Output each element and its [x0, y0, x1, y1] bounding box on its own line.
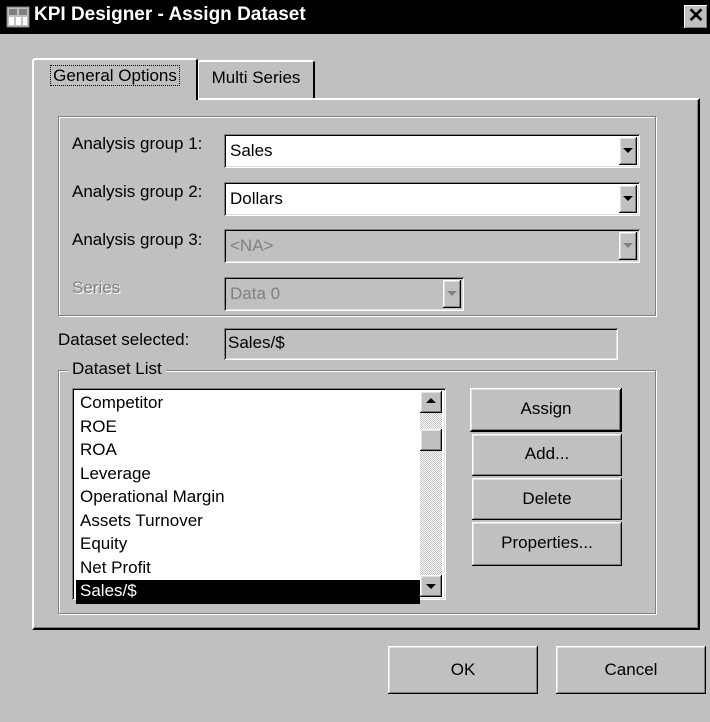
list-item[interactable]: ROE [76, 416, 420, 440]
list-item[interactable]: Assets Turnover [76, 510, 420, 534]
series-label: Series [72, 278, 121, 297]
analysis-group-2-dropdown-button[interactable] [619, 185, 637, 213]
tab-general-options[interactable]: General Options [32, 58, 198, 100]
analysis-group-3-dropdown[interactable]: <NA> [224, 229, 640, 263]
list-item[interactable]: Net Profit [76, 557, 420, 581]
analysis-group-1-value: Sales [230, 141, 273, 160]
assign-button-label: Assign [520, 399, 572, 418]
analysis-group-1-dropdown[interactable]: Sales [224, 134, 640, 168]
arrow-up-icon [426, 398, 436, 403]
series-dropdown-button[interactable] [443, 280, 461, 308]
tab-general-options-label: General Options [50, 65, 180, 86]
dataset-list-legend: Dataset List [68, 359, 166, 379]
analysis-group-3-dropdown-button[interactable] [619, 232, 637, 260]
assign-button[interactable]: Assign [470, 388, 622, 432]
dataset-selected-label: Dataset selected: [58, 330, 190, 349]
dialog-window: KPI Designer - Assign Dataset ✕ General … [0, 0, 710, 722]
chevron-down-icon [623, 243, 633, 248]
window-border [0, 34, 4, 722]
add-button-label: Add... [524, 444, 570, 463]
analysis-group-1-label: Analysis group 1: [72, 134, 203, 153]
list-item-selected[interactable]: Sales/$ [76, 580, 420, 604]
close-icon: ✕ [687, 5, 705, 27]
chevron-down-icon [623, 148, 633, 153]
analysis-group-1-dropdown-button[interactable] [619, 137, 637, 165]
properties-button-label: Properties... [501, 533, 593, 552]
list-item[interactable]: Competitor [76, 392, 420, 416]
analysis-group-3-value: <NA> [230, 236, 274, 255]
list-item[interactable]: Leverage [76, 463, 420, 487]
scroll-thumb[interactable] [420, 429, 442, 451]
analysis-group-2-dropdown[interactable]: Dollars [224, 182, 640, 216]
tab-multi-series[interactable]: Multi Series [197, 60, 315, 98]
series-dropdown[interactable]: Data 0 [224, 277, 464, 311]
scroll-up-button[interactable] [420, 391, 442, 413]
dataset-list-items: Competitor ROE ROA Leverage Operational … [76, 392, 420, 604]
add-button[interactable]: Add... [472, 434, 622, 476]
analysis-group-2-label: Analysis group 2: [72, 182, 203, 201]
cancel-button[interactable]: Cancel [556, 646, 706, 694]
ok-button[interactable]: OK [388, 646, 538, 694]
dataset-selected-value: Sales/$ [228, 333, 285, 352]
analysis-group-2-value: Dollars [230, 189, 283, 208]
title-bar[interactable]: KPI Designer - Assign Dataset ✕ [0, 0, 710, 34]
list-item[interactable]: Operational Margin [76, 486, 420, 510]
series-value: Data 0 [230, 284, 281, 303]
chevron-down-icon [623, 196, 633, 201]
delete-button[interactable]: Delete [472, 478, 622, 520]
chevron-down-icon [447, 291, 457, 296]
list-item[interactable]: ROA [76, 439, 420, 463]
list-item[interactable]: Equity [76, 533, 420, 557]
kpi-designer-app-icon [6, 6, 30, 28]
dataset-list-scrollbar[interactable] [420, 391, 442, 597]
delete-button-label: Delete [522, 489, 572, 508]
close-button[interactable]: ✕ [684, 5, 708, 29]
analysis-group-3-label: Analysis group 3: [72, 230, 203, 249]
window-title: KPI Designer - Assign Dataset [34, 4, 306, 25]
arrow-down-icon [426, 584, 436, 589]
cancel-button-label: Cancel [604, 660, 658, 679]
properties-button[interactable]: Properties... [472, 522, 622, 566]
dataset-listbox[interactable]: Competitor ROE ROA Leverage Operational … [72, 388, 446, 604]
ok-button-label: OK [450, 660, 476, 679]
tab-multi-series-label: Multi Series [211, 68, 301, 87]
dataset-selected-field: Sales/$ [224, 328, 618, 360]
scroll-down-button[interactable] [420, 575, 442, 597]
